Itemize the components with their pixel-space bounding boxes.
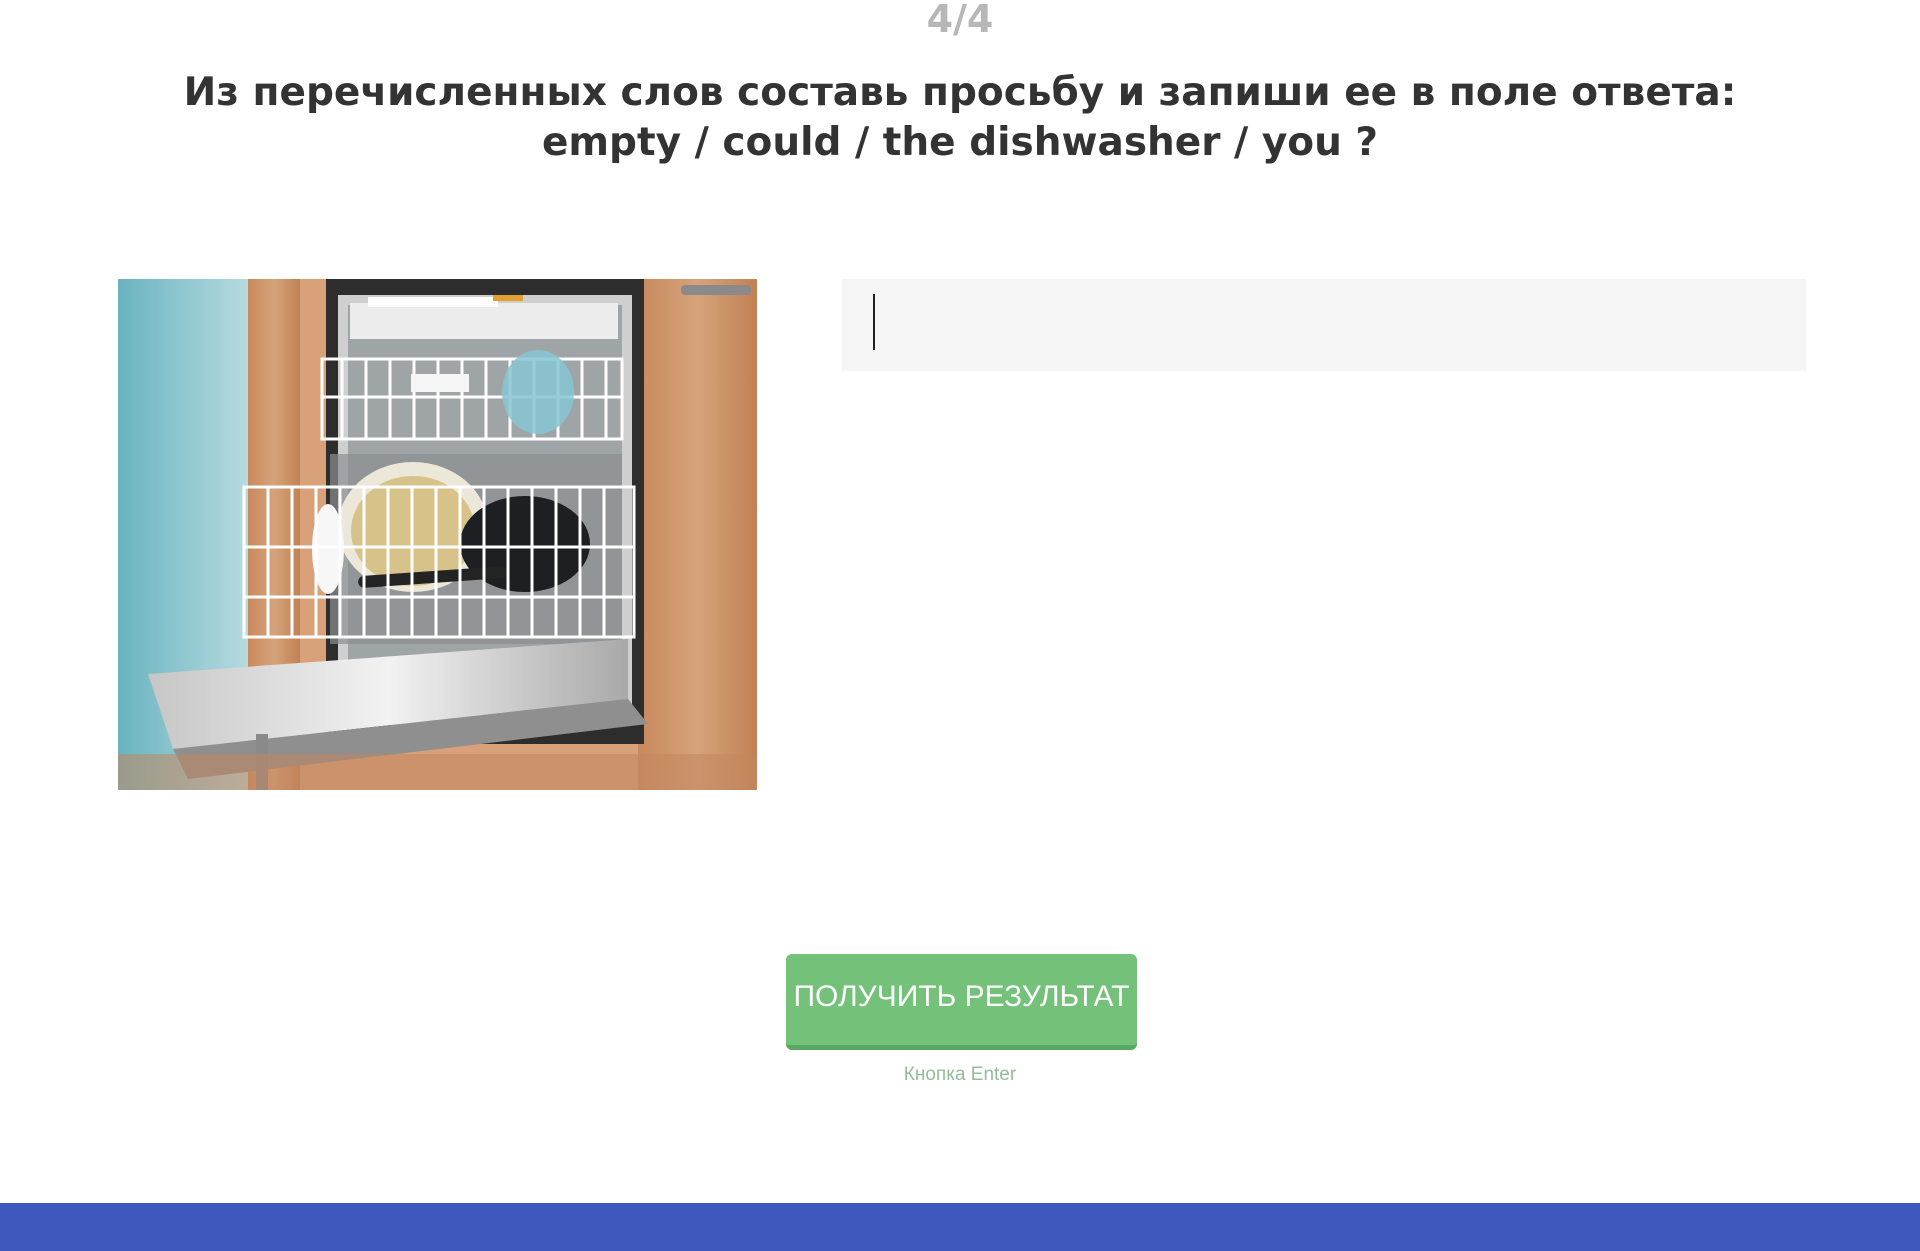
footer-bar: [0, 1203, 1920, 1251]
question-text: Из перечисленных слов составь просьбу и …: [183, 70, 1737, 165]
question-progress: 4/4: [926, 0, 994, 41]
enter-key-hint: Кнопка Enter: [903, 1064, 1017, 1085]
dishwasher-photo: [118, 279, 757, 790]
dishwasher-illustration: [118, 279, 757, 790]
text-caret: [873, 294, 875, 350]
get-result-button[interactable]: ПОЛУЧИТЬ РЕЗУЛЬТАТ: [786, 954, 1137, 1050]
answer-input[interactable]: [842, 279, 1806, 371]
answer-field-container[interactable]: [842, 279, 1806, 371]
quiz-page: 4/4 Из перечисленных слов составь просьб…: [0, 0, 1920, 1251]
